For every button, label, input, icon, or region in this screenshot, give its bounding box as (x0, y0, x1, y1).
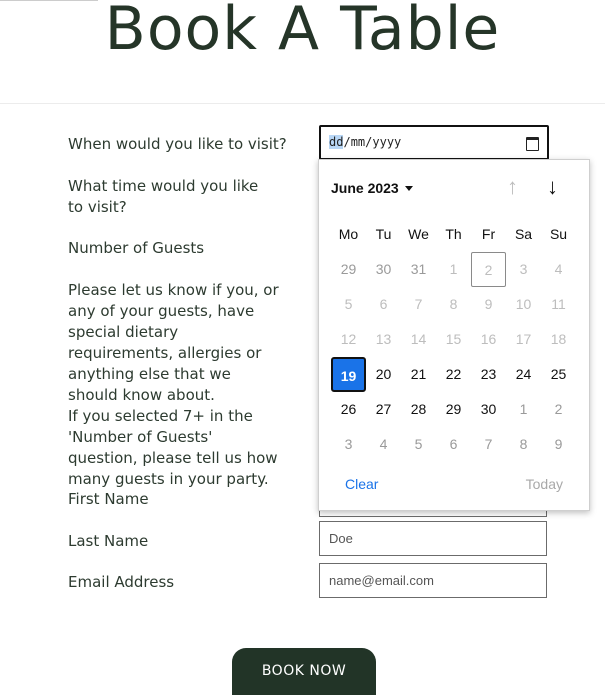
weekday-label: Sa (514, 226, 533, 242)
weekday-label: Th (445, 226, 462, 242)
calendar-day[interactable]: 16 (471, 322, 506, 357)
calendar-day[interactable]: 26 (331, 392, 366, 427)
calendar-day[interactable]: 12 (331, 322, 366, 357)
calendar-day[interactable]: 4 (366, 427, 401, 462)
weekday-label: Fr (481, 226, 496, 242)
email-input[interactable]: name@email.com (319, 563, 547, 598)
calendar-day[interactable]: 3 (506, 252, 541, 287)
date-year-segment[interactable]: yyyy (372, 135, 401, 149)
calendar-day[interactable]: 14 (401, 322, 436, 357)
email-label: Email Address (68, 573, 175, 591)
clear-button[interactable]: Clear (345, 476, 378, 492)
calendar-day[interactable]: 7 (471, 427, 506, 462)
guests-label: Number of Guests (68, 239, 205, 257)
calendar-day[interactable]: 8 (506, 427, 541, 462)
calendar-day[interactable]: 15 (436, 322, 471, 357)
calendar-day[interactable]: 23 (471, 357, 506, 392)
calendar-day[interactable]: 7 (401, 287, 436, 322)
calendar-day[interactable]: 1 (506, 392, 541, 427)
calendar-day[interactable]: 8 (436, 287, 471, 322)
calendar-day[interactable]: 20 (366, 357, 401, 392)
calendar-day[interactable]: 10 (506, 287, 541, 322)
weekday-label: Mo (338, 226, 359, 242)
calendar-day[interactable]: 9 (541, 427, 576, 462)
calendar-day[interactable]: 2 (541, 392, 576, 427)
month-selector[interactable]: June 2023 (331, 180, 413, 196)
date-day-segment[interactable]: dd (329, 135, 344, 149)
date-month-segment[interactable]: mm (351, 135, 365, 149)
calendar-day[interactable]: 1 (436, 252, 471, 287)
previous-month-arrow-icon[interactable]: ↑ (507, 176, 518, 198)
calendar-day[interactable]: 5 (331, 287, 366, 322)
calendar-day[interactable]: 25 (541, 357, 576, 392)
calendar-day[interactable]: 30 (366, 252, 401, 287)
calendar-day[interactable]: 21 (401, 357, 436, 392)
last-name-input[interactable]: Doe (319, 521, 547, 556)
calendar-day[interactable]: 29 (331, 252, 366, 287)
email-placeholder: name@email.com (329, 573, 434, 588)
caret-down-icon (404, 186, 413, 191)
calendar-day[interactable]: 13 (366, 322, 401, 357)
calendar-day[interactable]: 31 (401, 252, 436, 287)
visit-date-input[interactable]: dd/mm/yyyy (319, 125, 549, 160)
calendar-day[interactable]: 5 (401, 427, 436, 462)
date-separator: / (343, 135, 351, 149)
calendar-day[interactable]: 6 (366, 287, 401, 322)
calendar-icon[interactable] (526, 137, 539, 151)
today-button[interactable]: Today (526, 476, 563, 492)
page-title: Book A Table (104, 0, 501, 64)
last-name-placeholder: Doe (329, 531, 353, 546)
calendar-day[interactable]: 9 (471, 287, 506, 322)
calendar-day[interactable]: 27 (366, 392, 401, 427)
weekday-label: Su (549, 226, 568, 242)
date-picker-popup: June 2023 ↑ ↓ Mo Tu We Th Fr Sa Su 29 30 31 1 2 3 4 5… (318, 159, 590, 511)
last-name-label: Last Name (68, 532, 149, 550)
requirements-note: If you selected 7+ in the 'Number of Gue… (68, 407, 278, 488)
calendar-day[interactable]: 2 (471, 252, 506, 287)
calendar-day[interactable]: 17 (506, 322, 541, 357)
first-name-label: First Name (68, 490, 149, 508)
weekday-label: We (408, 226, 429, 242)
calendar-day[interactable]: 19 (331, 357, 366, 392)
next-month-arrow-icon[interactable]: ↓ (547, 176, 558, 198)
header-divider (0, 103, 605, 104)
weekday-label: Tu (375, 226, 392, 242)
calendar-day[interactable]: 30 (471, 392, 506, 427)
calendar-day[interactable]: 22 (436, 357, 471, 392)
calendar-day[interactable]: 29 (436, 392, 471, 427)
visit-date-label: When would you like to visit? (68, 135, 287, 153)
calendar-day[interactable]: 6 (436, 427, 471, 462)
calendar-day[interactable]: 18 (541, 322, 576, 357)
requirements-text: Please let us know if you, or any of you… (68, 281, 279, 404)
book-now-button[interactable]: BOOK NOW (232, 648, 376, 695)
calendar-day[interactable]: 3 (331, 427, 366, 462)
calendar-day[interactable]: 24 (506, 357, 541, 392)
visit-time-label: What time would you like to visit? (68, 177, 259, 216)
month-label: June 2023 (331, 180, 399, 196)
calendar-day[interactable]: 28 (401, 392, 436, 427)
requirements-label: Please let us know if you, or any of you… (68, 280, 283, 490)
calendar-day[interactable]: 4 (541, 252, 576, 287)
calendar-day[interactable]: 11 (541, 287, 576, 322)
